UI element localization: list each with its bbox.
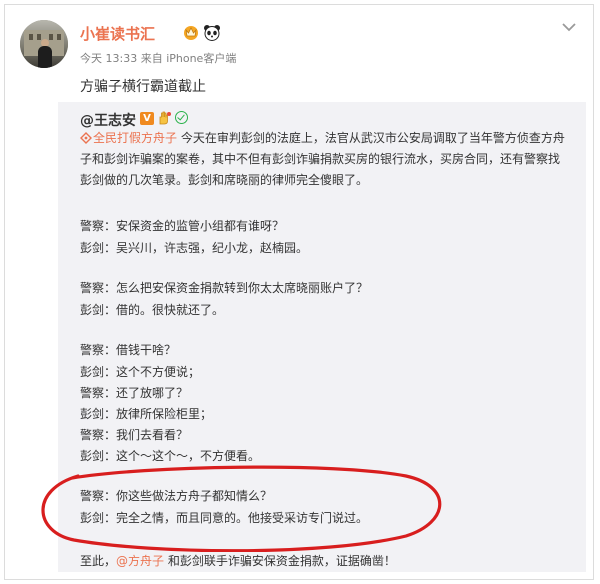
dialogue-line: 警察：我们去看看？ [80,428,189,442]
mention-link[interactable]: @方舟子 [116,554,164,568]
dialogue-line-highlighted: 警察：你这些做法方舟子都知情么？ [80,489,273,503]
dialogue-line: 彭剑：吴兴川，许志强，纪小龙，赵楠园。 [80,241,309,255]
dialogue-line: 彭剑：借的。很快就还了。 [80,303,225,317]
chevron-down-icon[interactable] [562,22,576,32]
post-username[interactable]: 小崔读书汇 [80,23,155,44]
quoted-username[interactable]: @王志安 [80,110,136,130]
hashtag-link[interactable]: 全民打假方舟子 [93,131,177,145]
hand-badge-icon [159,111,171,125]
hashtag-icon [80,132,92,144]
verified-v-icon: V [140,112,154,125]
dialogue-line: 彭剑：这个～这个～，不方便看。 [80,449,261,463]
check-badge-icon [175,111,188,124]
dialogue-line: 警察：借钱干啥？ [80,343,177,357]
conclusion-line: 至此，@方舟子 和彭剑联手诈骗安保资金捐款，证据确凿！ [80,554,396,568]
post-text: 方骗子横行霸道截止 [80,79,206,95]
dialogue-line-highlighted: 彭剑：完全之情，而且同意的。他接受采访专门说过。 [80,511,369,525]
crown-badge-icon [184,26,198,40]
panda-icon [204,25,220,41]
dialogue-line: 彭剑：这个不方便说； [80,365,201,379]
post-meta: 今天 13:33 来自 iPhone客户端 [80,52,237,65]
quoted-paragraph: 全民打假方舟子 今天在审判彭剑的法庭上，法官从武汉市公安局调取了当年警方侦查方舟… [80,128,570,191]
dialogue-line: 彭剑：放律所保险柜里； [80,407,213,421]
dialogue-line: 警察：还了放哪了？ [80,386,189,400]
dialogue-line: 警察：安保资金的监管小组都有谁呀？ [80,219,285,233]
dialogue-line: 警察：怎么把安保资金捐款转到你太太席晓丽账户了？ [80,281,369,295]
avatar[interactable] [20,20,68,68]
